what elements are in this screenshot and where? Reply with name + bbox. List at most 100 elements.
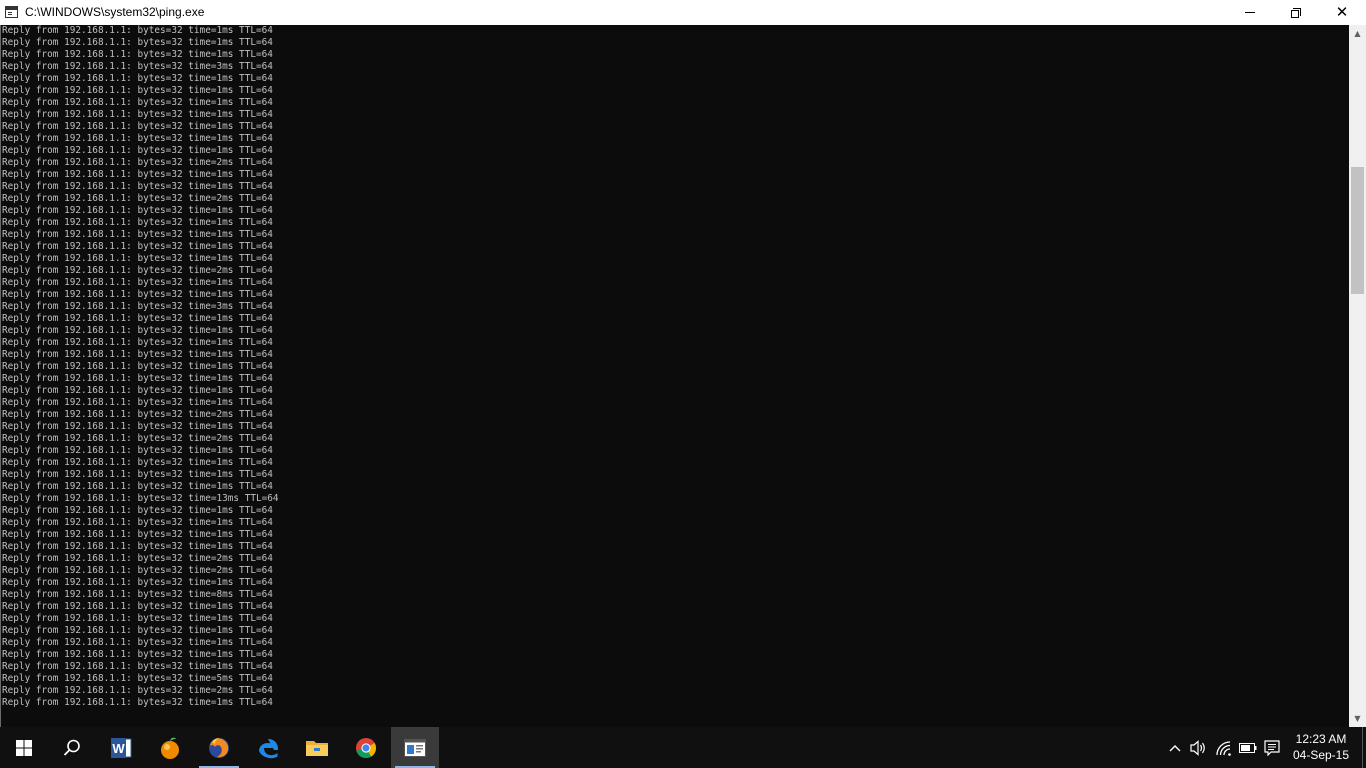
console-line: Reply from 192.168.1.1: bytes=32 time=1m… [2, 49, 273, 60]
console-line: Reply from 192.168.1.1: bytes=32 time=3m… [2, 61, 273, 72]
console-line: Reply from 192.168.1.1: bytes=32 time=1m… [2, 109, 273, 120]
console-line: Reply from 192.168.1.1: bytes=32 time=1m… [2, 121, 273, 132]
console-output[interactable]: Reply from 192.168.1.1: bytes=32 time=1m… [0, 25, 1349, 727]
console-line: Reply from 192.168.1.1: bytes=32 time=1m… [2, 481, 273, 492]
app-orange[interactable] [146, 727, 194, 768]
file-explorer-app[interactable] [293, 727, 341, 768]
edge-app[interactable] [244, 727, 292, 768]
console-line: Reply from 192.168.1.1: bytes=32 time=1m… [2, 517, 273, 528]
console-line: Reply from 192.168.1.1: bytes=32 time=1m… [2, 25, 273, 36]
notification-icon [1264, 739, 1280, 756]
console-line: Reply from 192.168.1.1: bytes=32 time=1m… [2, 253, 273, 264]
battery-button[interactable] [1237, 727, 1259, 768]
console-line: Reply from 192.168.1.1: bytes=32 time=2m… [2, 409, 273, 420]
console-line: Reply from 192.168.1.1: bytes=32 time=2m… [2, 553, 273, 564]
console-line: Reply from 192.168.1.1: bytes=32 time=1m… [2, 649, 273, 660]
console-line: Reply from 192.168.1.1: bytes=32 time=1m… [2, 337, 273, 348]
window-title: C:\WINDOWS\system32\ping.exe [25, 5, 205, 19]
console-line: Reply from 192.168.1.1: bytes=32 time=1m… [2, 613, 273, 624]
close-button[interactable]: ✕ [1319, 0, 1365, 25]
console-text: Reply from 192.168.1.1: bytes=32 time=1m… [0, 25, 1349, 709]
svg-text:W: W [112, 741, 125, 756]
chrome-icon [356, 737, 377, 758]
console-line: Reply from 192.168.1.1: bytes=32 time=1m… [2, 181, 273, 192]
network-button[interactable] [1212, 727, 1236, 768]
scrollbar-thumb[interactable] [1351, 167, 1364, 294]
console-line: Reply from 192.168.1.1: bytes=32 time=1m… [2, 85, 273, 96]
word-app[interactable]: W [97, 727, 145, 768]
chevron-up-icon: ▲ [1354, 29, 1361, 38]
console-line: Reply from 192.168.1.1: bytes=32 time=1m… [2, 421, 273, 432]
console-line: Reply from 192.168.1.1: bytes=32 time=1m… [2, 601, 273, 612]
console-line: Reply from 192.168.1.1: bytes=32 time=1m… [2, 37, 273, 48]
console-line: Reply from 192.168.1.1: bytes=32 time=1m… [2, 145, 273, 156]
word-icon: W [111, 737, 132, 758]
chevron-down-icon: ▼ [1354, 714, 1361, 723]
console-line: Reply from 192.168.1.1: bytes=32 time=1m… [2, 697, 273, 708]
minimize-button[interactable] [1227, 0, 1273, 25]
console-line: Reply from 192.168.1.1: bytes=32 time=1m… [2, 373, 273, 384]
close-icon: ✕ [1335, 3, 1349, 21]
console-line: Reply from 192.168.1.1: bytes=32 time=1m… [2, 637, 273, 648]
clock-time: 12:23 AM [1295, 732, 1347, 746]
restore-button[interactable] [1273, 0, 1319, 25]
fruit-icon [161, 737, 179, 759]
search-icon [63, 739, 80, 756]
volume-button[interactable] [1187, 727, 1209, 768]
firefox-app[interactable] [195, 727, 243, 768]
console-line: Reply from 192.168.1.1: bytes=32 time=8m… [2, 589, 273, 600]
console-line: Reply from 192.168.1.1: bytes=32 time=1m… [2, 397, 273, 408]
console-line: Reply from 192.168.1.1: bytes=32 time=1m… [2, 445, 273, 456]
scroll-down-button[interactable]: ▼ [1349, 710, 1366, 727]
taskbar: W 12:23 AM 04-Sep-15 [0, 727, 1366, 768]
clock[interactable]: 12:23 AM 04-Sep-15 [1285, 731, 1357, 763]
console-line: Reply from 192.168.1.1: bytes=32 time=1m… [2, 457, 273, 468]
console-icon[interactable] [5, 6, 18, 18]
console-line: Reply from 192.168.1.1: bytes=32 time=1m… [2, 241, 273, 252]
console-app[interactable] [391, 727, 439, 768]
console-line: Reply from 192.168.1.1: bytes=32 time=1m… [2, 229, 273, 240]
console-line: Reply from 192.168.1.1: bytes=32 time=1m… [2, 277, 273, 288]
show-hidden-icons-button[interactable] [1166, 727, 1184, 768]
console-line: Reply from 192.168.1.1: bytes=32 time=2m… [2, 565, 273, 576]
console-line: Reply from 192.168.1.1: bytes=32 time=2m… [2, 433, 273, 444]
edge-icon [258, 738, 278, 758]
console-line: Reply from 192.168.1.1: bytes=32 time=1m… [2, 661, 273, 672]
console-line: Reply from 192.168.1.1: bytes=32 time=1m… [2, 289, 273, 300]
console-line: Reply from 192.168.1.1: bytes=32 time=1m… [2, 361, 273, 372]
console-line: Reply from 192.168.1.1: bytes=32 time=1m… [2, 529, 273, 540]
restore-icon [1291, 7, 1301, 18]
vertical-scrollbar[interactable]: ▲ ▼ [1349, 25, 1366, 727]
console-line: Reply from 192.168.1.1: bytes=32 time=2m… [2, 685, 273, 696]
console-line: Reply from 192.168.1.1: bytes=32 time=1m… [2, 349, 273, 360]
console-line: Reply from 192.168.1.1: bytes=32 time=2m… [2, 193, 273, 204]
firefox-icon [209, 737, 229, 758]
console-line: Reply from 192.168.1.1: bytes=32 time=2m… [2, 157, 273, 168]
console-icon [404, 738, 426, 757]
folder-icon [306, 740, 328, 756]
console-line: Reply from 192.168.1.1: bytes=32 time=1m… [2, 469, 273, 480]
console-line: Reply from 192.168.1.1: bytes=32 time=2m… [2, 265, 273, 276]
console-line: Reply from 192.168.1.1: bytes=32 time=1m… [2, 97, 273, 108]
console-line: Reply from 192.168.1.1: bytes=32 time=5m… [2, 673, 273, 684]
chrome-app[interactable] [342, 727, 390, 768]
chevron-up-icon [1169, 744, 1181, 751]
console-line: Reply from 192.168.1.1: bytes=32 time=1m… [2, 385, 273, 396]
window-border [0, 25, 1, 727]
wifi-icon [1216, 740, 1231, 756]
console-line: Reply from 192.168.1.1: bytes=32 time=1m… [2, 133, 273, 144]
console-line: Reply from 192.168.1.1: bytes=32 time=1m… [2, 325, 273, 336]
console-line: Reply from 192.168.1.1: bytes=32 time=1m… [2, 577, 273, 588]
show-desktop-button[interactable] [1362, 727, 1366, 768]
console-line: Reply from 192.168.1.1: bytes=32 time=1m… [2, 169, 273, 180]
action-center-button[interactable] [1260, 727, 1284, 768]
search-button[interactable] [48, 727, 96, 768]
console-line: Reply from 192.168.1.1: bytes=32 time=3m… [2, 301, 273, 312]
console-line: Reply from 192.168.1.1: bytes=32 time=1m… [2, 625, 273, 636]
clock-date: 04-Sep-15 [1292, 748, 1350, 762]
start-button[interactable] [0, 727, 48, 768]
console-line: Reply from 192.168.1.1: bytes=32 time=1m… [2, 73, 273, 84]
title-bar[interactable]: C:\WINDOWS\system32\ping.exe ✕ [0, 0, 1366, 25]
console-line: Reply from 192.168.1.1: bytes=32 time=1m… [2, 205, 273, 216]
scroll-up-button[interactable]: ▲ [1349, 25, 1366, 42]
